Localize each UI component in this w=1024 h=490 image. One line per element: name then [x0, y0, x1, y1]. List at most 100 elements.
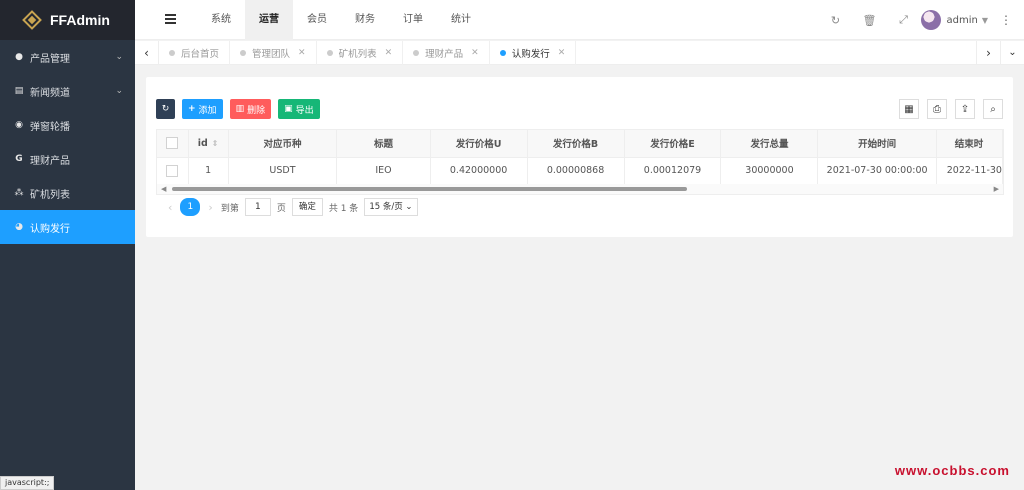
- menu-toggle-icon[interactable]: [165, 14, 176, 24]
- col-total: 发行总量: [720, 130, 819, 158]
- logo[interactable]: FFAdmin: [0, 0, 135, 40]
- cell-total: 30000000: [720, 157, 819, 185]
- add-button[interactable]: + 添加: [182, 99, 223, 119]
- export-button[interactable]: ▣ 导出: [278, 99, 320, 119]
- sidebar-item-subscription[interactable]: ◕ 认购发行: [0, 210, 135, 244]
- nav-system[interactable]: 系统: [197, 0, 245, 40]
- col-currency: 对应币种: [228, 130, 338, 158]
- columns-icon[interactable]: ▦: [899, 99, 919, 119]
- app-name: FFAdmin: [50, 12, 110, 28]
- sidebar-item-label: 认购发行: [30, 223, 70, 235]
- header-actions: ↻ 🗑 ⤢ admin ▼ ⋮: [819, 0, 1024, 40]
- tab-dot: [169, 50, 175, 56]
- current-page[interactable]: 1: [180, 198, 201, 216]
- sidebar-item-finance[interactable]: G 理财产品: [0, 142, 135, 176]
- tab-home[interactable]: 后台首页: [159, 41, 231, 65]
- trash-icon[interactable]: 🗑: [853, 14, 887, 27]
- tab-label: 矿机列表: [338, 49, 377, 60]
- col-start-time: 开始时间: [817, 130, 937, 158]
- user-name[interactable]: admin: [947, 15, 978, 26]
- sidebar: FFAdmin ● 产品管理 ⌄ ▤ 新闻频道 ⌄ ◉ 弹窗轮播 G 理财产品 …: [0, 0, 135, 490]
- sidebar-item-miners[interactable]: ⁂ 矿机列表: [0, 176, 135, 210]
- select-all-checkbox[interactable]: [166, 137, 179, 150]
- top-nav: 系统 运营 会员 财务 订单 统计: [197, 0, 485, 40]
- scroll-right-icon[interactable]: ▶: [994, 184, 999, 194]
- col-price-e: 发行价格E: [624, 130, 722, 158]
- watermark: www.ocbbs.com: [894, 463, 1010, 478]
- tabs-menu-icon[interactable]: ⌄: [1000, 41, 1024, 65]
- table-row: 1 USDT IEO 0.42000000 0.00000868 0.00012…: [157, 157, 1003, 185]
- nav-members[interactable]: 会员: [293, 0, 341, 40]
- delete-button[interactable]: ▥ 删除: [229, 99, 272, 119]
- row-select-cell[interactable]: [157, 157, 189, 185]
- next-page-icon[interactable]: ›: [208, 201, 212, 214]
- col-price-b: 发行价格B: [527, 130, 625, 158]
- horizontal-scrollbar[interactable]: ◀ ▶: [157, 184, 1003, 194]
- cell-price-e: 0.00012079: [624, 157, 722, 185]
- tabs-next-icon[interactable]: ›: [976, 41, 1000, 65]
- g-letter-icon: G: [15, 154, 23, 164]
- close-icon[interactable]: ✕: [298, 48, 306, 58]
- tab-finance[interactable]: 理财产品 ✕: [403, 41, 490, 65]
- table-toolbar: ↻ + 添加 ▥ 删除 ▣ 导出: [156, 99, 327, 119]
- sidebar-item-news[interactable]: ▤ 新闻频道 ⌄: [0, 74, 135, 108]
- search-icon[interactable]: ⌕: [983, 99, 1003, 119]
- goto-suffix: 页: [276, 203, 286, 214]
- goto-page-input[interactable]: 1: [244, 198, 271, 216]
- cell-title: IEO: [336, 157, 431, 185]
- top-header: 系统 运营 会员 财务 订单 统计 ↻ 🗑 ⤢ admin ▼ ⋮: [135, 0, 1024, 40]
- nav-orders[interactable]: 订单: [389, 0, 437, 40]
- avatar[interactable]: [920, 10, 941, 30]
- play-circle-icon: ◉: [15, 120, 23, 130]
- scroll-left-icon[interactable]: ◀: [161, 184, 166, 194]
- tab-team[interactable]: 管理团队 ✕: [230, 41, 317, 65]
- sidebar-item-label: 理财产品: [30, 155, 70, 167]
- scrollbar-thumb[interactable]: [172, 187, 687, 191]
- tab-dot: [240, 50, 247, 56]
- col-end-time: 结束时: [936, 130, 1003, 158]
- more-vertical-icon[interactable]: ⋮: [1000, 13, 1012, 27]
- pagination: ‹ 1 › 到第 1 页 确定 共 1 条 15 条/页 ⌄: [160, 198, 418, 216]
- fullscreen-icon[interactable]: ⤢: [887, 13, 921, 27]
- browser-status-bar: javascript:;: [0, 476, 55, 490]
- sidebar-item-product[interactable]: ● 产品管理 ⌄: [0, 40, 135, 74]
- tab-row: 后台首页 管理团队 ✕ 矿机列表 ✕ 理财产品 ✕ 认购发行 ✕: [159, 41, 577, 65]
- sidebar-item-popup[interactable]: ◉ 弹窗轮播: [0, 108, 135, 142]
- tab-subscription[interactable]: 认购发行 ✕: [490, 41, 577, 65]
- export-icon[interactable]: ⇪: [955, 99, 975, 119]
- nav-operations[interactable]: 运营: [245, 0, 293, 40]
- goto-confirm-button[interactable]: 确定: [291, 198, 323, 216]
- logo-mark-icon: [22, 10, 42, 30]
- cubes-icon: ⁂: [14, 188, 24, 198]
- tab-dot: [326, 50, 333, 56]
- select-all-cell[interactable]: [157, 130, 189, 158]
- close-icon[interactable]: ✕: [558, 48, 566, 58]
- close-icon[interactable]: ✕: [471, 48, 479, 58]
- nav-finance[interactable]: 财务: [341, 0, 389, 40]
- circle-p-icon: ●: [15, 52, 23, 62]
- col-title: 标题: [336, 130, 431, 158]
- tab-miners[interactable]: 矿机列表 ✕: [317, 41, 404, 65]
- plus-icon: +: [188, 104, 196, 114]
- sidebar-item-label: 新闻频道: [30, 87, 70, 99]
- close-icon[interactable]: ✕: [385, 48, 393, 58]
- chevron-down-icon: ⌄: [405, 202, 413, 212]
- cell-currency: USDT: [228, 157, 338, 185]
- sidebar-item-label: 弹窗轮播: [30, 121, 70, 133]
- row-checkbox[interactable]: [166, 164, 179, 177]
- cell-id: 1: [188, 157, 229, 185]
- col-id[interactable]: id ⇕: [188, 130, 229, 158]
- prev-page-icon[interactable]: ‹: [168, 201, 172, 214]
- sort-icon[interactable]: ⇕: [212, 139, 219, 148]
- caret-down-icon[interactable]: ▼: [982, 16, 988, 25]
- sidebar-item-label: 产品管理: [30, 53, 70, 65]
- total-count: 共 1 条: [328, 203, 359, 214]
- nav-stats[interactable]: 统计: [437, 0, 485, 40]
- page-size-select[interactable]: 15 条/页 ⌄: [364, 198, 418, 216]
- refresh-button[interactable]: ↻: [156, 99, 175, 119]
- pie-chart-icon: ◕: [15, 222, 23, 232]
- refresh-icon[interactable]: ↻: [819, 14, 853, 27]
- print-icon[interactable]: ⎙: [927, 99, 947, 119]
- tabs-prev-icon[interactable]: ‹: [135, 41, 159, 65]
- tab-dot: [413, 50, 420, 56]
